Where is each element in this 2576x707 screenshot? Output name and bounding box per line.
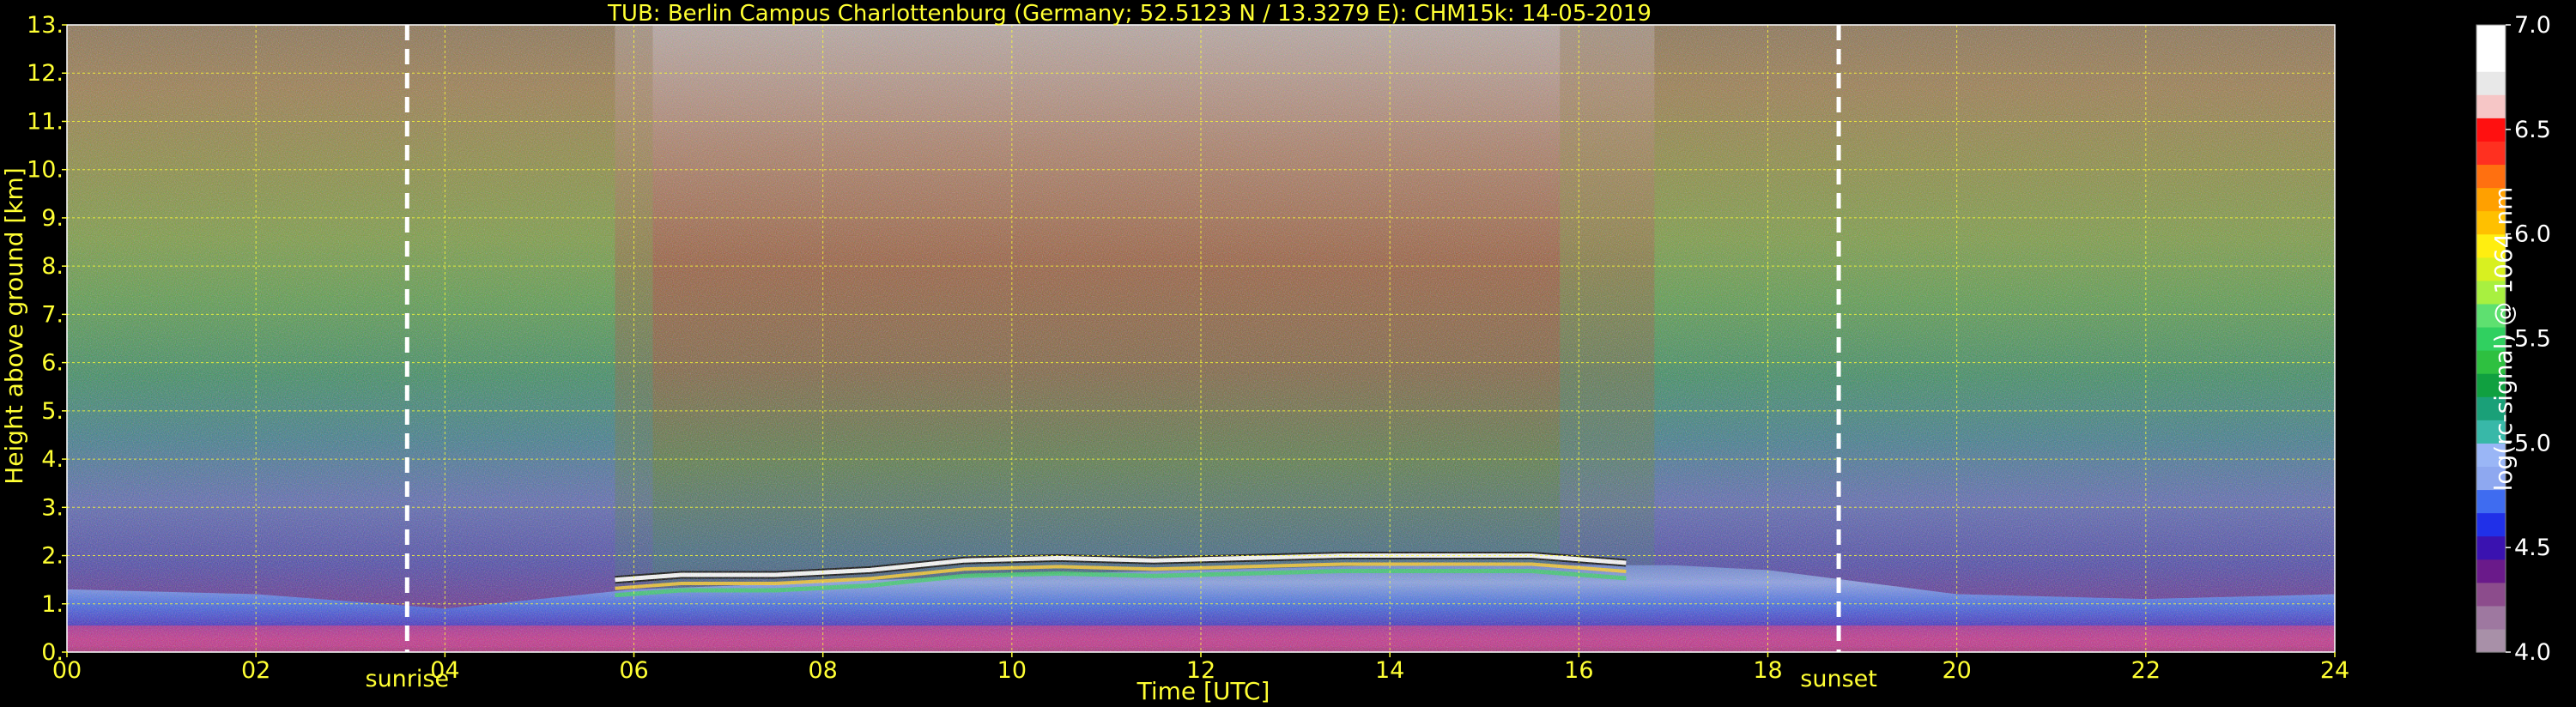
colorbar-segment <box>2476 605 2506 630</box>
x-tick-label: 18 <box>1753 657 1782 684</box>
x-tick-label: 04 <box>430 657 459 684</box>
colorbar-tick-label: 6.5 <box>2514 117 2551 143</box>
colorbar-segment <box>2476 628 2506 653</box>
y-tick-label: 3. <box>41 494 64 521</box>
colorbar-segment <box>2476 559 2506 583</box>
colorbar-segment <box>2476 118 2506 142</box>
y-tick-label: 6. <box>41 350 64 377</box>
x-tick-label: 06 <box>619 657 648 684</box>
colorbar-segment <box>2476 94 2506 118</box>
colorbar-tick-label: 6.0 <box>2514 221 2551 248</box>
colorbar-segment <box>2476 582 2506 607</box>
colorbar-tick-label: 7.0 <box>2514 12 2551 39</box>
y-tick-label: 12. <box>27 60 64 87</box>
colorbar-segment <box>2476 535 2506 560</box>
y-tick-label: 7. <box>41 301 64 328</box>
x-tick-label: 08 <box>808 657 837 684</box>
y-axis-label: Height above ground [km] <box>0 167 28 485</box>
colorbar-segment <box>2476 141 2506 166</box>
y-tick-label: 2. <box>41 543 64 570</box>
y-tick-label: 1. <box>41 591 64 618</box>
colorbar-segment <box>2476 71 2506 95</box>
y-tick-label: 0. <box>41 639 64 666</box>
y-tick-label: 4. <box>41 446 64 473</box>
colorbar-tick-label: 4.5 <box>2514 535 2551 561</box>
y-tick-label: 8. <box>41 253 64 280</box>
colorbar-segment <box>2476 25 2506 49</box>
y-tick-label: 11. <box>27 108 64 135</box>
x-axis-label: Time [UTC] <box>1136 677 1270 705</box>
x-tick-label: 10 <box>997 657 1027 684</box>
ceilometer-chart: sunrise sunset 00 02 04 06 08 10 12 14 16 18 20 22 24… <box>0 1 2551 705</box>
colorbar-segment <box>2476 512 2506 537</box>
event-label-sunset: sunset <box>1800 666 1877 692</box>
x-tick-label: 14 <box>1375 657 1404 684</box>
colorbar-tick-label: 5.5 <box>2514 326 2551 353</box>
colorbar-tick-label: 5.0 <box>2514 430 2551 456</box>
x-tick-label: 22 <box>2131 657 2161 684</box>
x-tick-label: 02 <box>241 657 270 684</box>
colorbar-segment <box>2476 489 2506 514</box>
colorbar-tick-label: 4.0 <box>2514 639 2551 666</box>
colorbar-label: log(rc-signal) @ 1064 nm <box>2489 187 2518 492</box>
x-tick-label: 24 <box>2320 657 2349 684</box>
y-tick-label: 10. <box>27 157 64 184</box>
colorbar-segment <box>2476 48 2506 72</box>
y-tick-label: 5. <box>41 398 64 425</box>
x-tick-label: 20 <box>1942 657 1971 684</box>
x-tick-label: 16 <box>1564 657 1593 684</box>
y-tick-label: 13. <box>27 12 64 39</box>
chart-title: TUB: Berlin Campus Charlottenburg (Germa… <box>607 1 1652 27</box>
y-tick-label: 9. <box>41 205 64 232</box>
colorbar-segment <box>2476 164 2506 189</box>
